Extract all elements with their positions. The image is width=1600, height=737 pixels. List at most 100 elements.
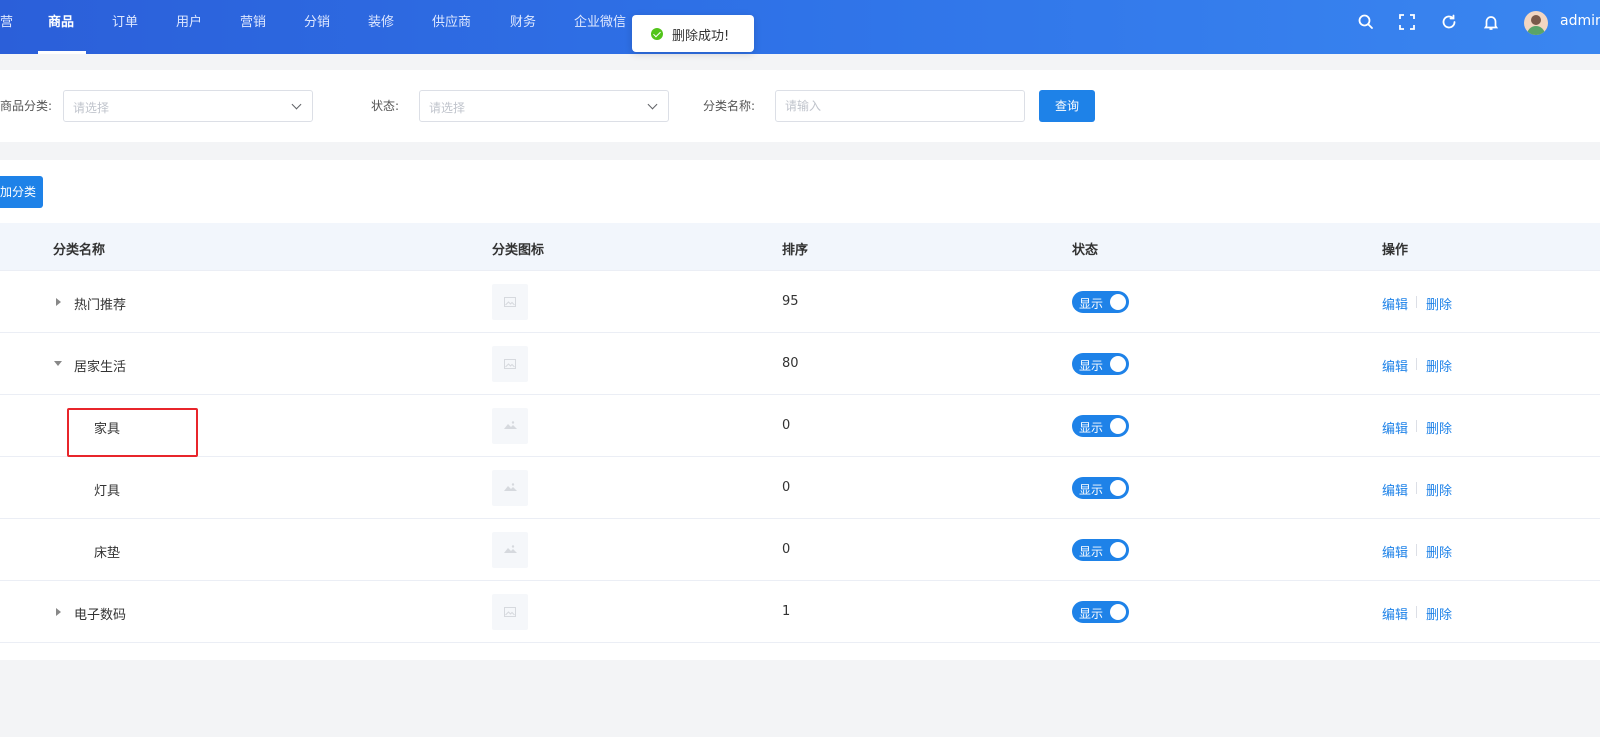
table-row: 家具 0 显示 编辑 删除 — [0, 395, 1600, 457]
main-panel: 加分类 分类名称 分类图标 排序 状态 操作 热门推荐 95 显示 编辑 删除 … — [0, 160, 1600, 660]
switch-knob — [1110, 604, 1126, 620]
add-category-button[interactable]: 加分类 — [0, 176, 43, 208]
delete-link[interactable]: 删除 — [1426, 480, 1452, 499]
category-name: 灯具 — [94, 484, 121, 499]
delete-link[interactable]: 删除 — [1426, 604, 1452, 623]
category-name: 电子数码 — [74, 608, 127, 623]
status-switch[interactable]: 显示 — [1072, 415, 1129, 437]
status-select-placeholder: 请选择 — [429, 101, 466, 115]
edit-link[interactable]: 编辑 — [1382, 480, 1408, 499]
column-header-actions: 操作 — [1382, 243, 1409, 258]
edit-link[interactable]: 编辑 — [1382, 294, 1408, 313]
query-button[interactable]: 查询 — [1039, 90, 1095, 122]
status-switch[interactable]: 显示 — [1072, 601, 1129, 623]
delete-link[interactable]: 删除 — [1426, 356, 1452, 375]
category-icon-thumbnail — [492, 594, 528, 630]
nav-item-wecom[interactable]: 企业微信 — [574, 0, 626, 54]
nav-item-users[interactable]: 用户 — [176, 0, 202, 54]
delete-link[interactable]: 删除 — [1426, 418, 1452, 437]
switch-label: 显示 — [1079, 359, 1104, 373]
fullscreen-icon[interactable] — [1398, 13, 1416, 31]
edit-link[interactable]: 编辑 — [1382, 604, 1408, 623]
column-header-icon: 分类图标 — [492, 243, 545, 258]
highlight-box — [67, 408, 198, 457]
search-icon[interactable] — [1357, 13, 1375, 31]
chevron-down-icon — [647, 99, 658, 110]
sort-value: 1 — [782, 604, 791, 619]
name-filter-label: 分类名称: — [703, 99, 756, 113]
success-toast: 删除成功! — [632, 15, 754, 52]
category-icon-thumbnail — [492, 284, 528, 320]
category-name: 床垫 — [94, 546, 121, 561]
action-divider — [1416, 420, 1417, 432]
nav-item-orders[interactable]: 订单 — [112, 0, 138, 54]
status-switch[interactable]: 显示 — [1072, 353, 1129, 375]
status-switch[interactable]: 显示 — [1072, 477, 1129, 499]
category-filter-label: 商品分类: — [0, 99, 53, 113]
action-divider — [1416, 358, 1417, 370]
table-row: 灯具 0 显示 编辑 删除 — [0, 457, 1600, 519]
nav-item-operations[interactable]: 营 — [0, 0, 13, 54]
action-divider — [1416, 482, 1417, 494]
switch-knob — [1110, 542, 1126, 558]
collapse-caret-icon[interactable] — [54, 361, 62, 366]
sort-value: 0 — [782, 480, 791, 495]
sort-value: 0 — [782, 542, 791, 557]
switch-knob — [1110, 480, 1126, 496]
image-placeholder-icon — [492, 532, 528, 568]
nav-item-distribution[interactable]: 分销 — [304, 0, 330, 54]
status-select[interactable]: 请选择 — [419, 90, 669, 122]
nav-item-decoration[interactable]: 装修 — [368, 0, 394, 54]
category-select[interactable]: 请选择 — [63, 90, 313, 122]
check-circle-icon — [651, 28, 663, 40]
toast-message: 删除成功! — [672, 29, 730, 44]
status-switch[interactable]: 显示 — [1072, 291, 1129, 313]
switch-label: 显示 — [1079, 607, 1104, 621]
category-name: 热门推荐 — [74, 298, 127, 313]
table-row: 电子数码 1 显示 编辑 删除 — [0, 581, 1600, 643]
bell-icon[interactable] — [1482, 13, 1500, 31]
refresh-icon[interactable] — [1440, 13, 1458, 31]
table-header: 分类名称 分类图标 排序 状态 操作 — [0, 223, 1600, 271]
column-header-status: 状态 — [1072, 243, 1099, 258]
table-row: 床垫 0 显示 编辑 删除 — [0, 519, 1600, 581]
edit-link[interactable]: 编辑 — [1382, 542, 1408, 561]
filter-panel: 商品分类: 请选择 状态: 请选择 分类名称: 查询 — [0, 70, 1600, 142]
avatar[interactable] — [1524, 11, 1548, 35]
user-name[interactable]: admin — [1560, 13, 1600, 29]
category-select-placeholder: 请选择 — [73, 101, 110, 115]
expand-caret-icon[interactable] — [56, 298, 61, 306]
expand-caret-icon[interactable] — [56, 608, 61, 616]
category-icon-thumbnail — [492, 346, 528, 382]
delete-link[interactable]: 删除 — [1426, 542, 1452, 561]
action-divider — [1416, 606, 1417, 618]
status-filter-label: 状态: — [371, 99, 400, 113]
edit-link[interactable]: 编辑 — [1382, 418, 1408, 437]
sort-value: 95 — [782, 294, 799, 309]
nav-item-suppliers[interactable]: 供应商 — [432, 0, 471, 54]
edit-link[interactable]: 编辑 — [1382, 356, 1408, 375]
category-name: 居家生活 — [74, 360, 127, 375]
image-placeholder-icon — [492, 408, 528, 444]
top-navbar: 营 商品 订单 用户 营销 分销 装修 供应商 财务 企业微信 admin — [0, 0, 1600, 54]
nav-item-marketing[interactable]: 营销 — [240, 0, 266, 54]
column-header-name: 分类名称 — [53, 243, 106, 258]
category-name-input[interactable] — [775, 90, 1025, 122]
sort-value: 80 — [782, 356, 799, 371]
image-placeholder-icon — [492, 470, 528, 506]
active-nav-indicator — [38, 51, 86, 54]
status-switch[interactable]: 显示 — [1072, 539, 1129, 561]
action-divider — [1416, 296, 1417, 308]
sort-value: 0 — [782, 418, 791, 433]
table-row: 热门推荐 95 显示 编辑 删除 — [0, 271, 1600, 333]
switch-knob — [1110, 294, 1126, 310]
switch-knob — [1110, 356, 1126, 372]
nav-item-finance[interactable]: 财务 — [510, 0, 536, 54]
column-header-sort: 排序 — [782, 243, 809, 258]
nav-item-products[interactable]: 商品 — [48, 0, 74, 54]
table-row: 居家生活 80 显示 编辑 删除 — [0, 333, 1600, 395]
delete-link[interactable]: 删除 — [1426, 294, 1452, 313]
switch-label: 显示 — [1079, 297, 1104, 311]
switch-label: 显示 — [1079, 545, 1104, 559]
switch-label: 显示 — [1079, 483, 1104, 497]
